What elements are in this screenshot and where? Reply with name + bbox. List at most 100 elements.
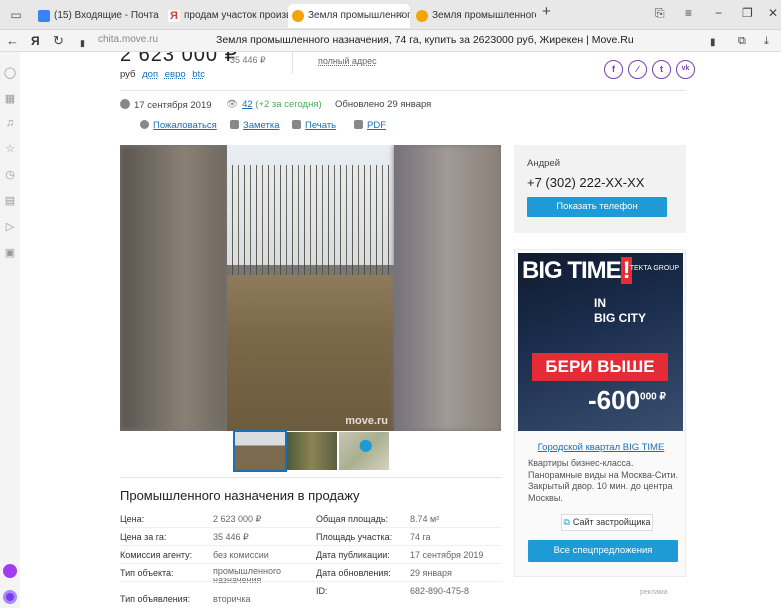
yandex-logo-icon[interactable]: Я (31, 33, 40, 49)
divider (120, 90, 686, 91)
ad-banner[interactable]: BIG TIME! TEKTA GROUP IN BIG CITY БЕРИ В… (518, 253, 683, 431)
pdf-label: PDF (367, 120, 386, 131)
detail-value: вторичка (213, 594, 251, 604)
play-icon[interactable]: ▷ (3, 220, 17, 234)
download-icon[interactable]: ⤓ (764, 33, 769, 49)
detail-value: 2 623 000 ₽ (213, 514, 262, 524)
print-link[interactable]: Печать (292, 120, 336, 131)
show-phone-button[interactable]: Показать телефон (527, 197, 667, 217)
detail-value: 35 446 ₽ (213, 532, 249, 542)
assistant-icon[interactable] (3, 590, 17, 604)
detail-label: Комиссия агенту: (120, 550, 193, 560)
row-divider (120, 545, 502, 546)
move-favicon-icon-2 (416, 10, 428, 22)
favorites-star-icon[interactable]: ☆ (3, 142, 17, 156)
thumbnail-map[interactable]: ⬤ (339, 432, 389, 470)
price-per-unit: 35 446 ₽ (230, 55, 266, 65)
pdf-link[interactable]: PDF (354, 120, 386, 131)
photo-watermark: move.ru (345, 415, 388, 427)
print-icon (292, 120, 301, 129)
reload-icon[interactable]: ↻ (53, 33, 64, 49)
external-link-icon: ⧉ (563, 517, 570, 527)
gallery-next-photo[interactable] (394, 145, 501, 431)
row-divider (120, 581, 502, 582)
thumbnail-1[interactable] (233, 430, 287, 472)
developer-site-button[interactable]: ⧉ Сайт застройщика (561, 514, 653, 531)
tab-listing-2[interactable]: Земля промышленного на (412, 4, 536, 28)
detail-label: Тип объявления: (120, 594, 191, 604)
gallery-prev-photo[interactable] (120, 145, 227, 431)
gallery-main-photo[interactable]: move.ru (227, 145, 394, 431)
detail-label: Цена за га: (120, 532, 167, 542)
lock-icon[interactable]: ▮ (80, 35, 85, 51)
date-posted: 17 сентября 2019 (120, 99, 212, 111)
complain-link[interactable]: Пожаловаться (140, 120, 217, 131)
ad-block: BIG TIME! TEKTA GROUP IN BIG CITY БЕРИ В… (514, 249, 686, 577)
alice-icon[interactable] (3, 564, 17, 578)
ad-price: -600000 ₽ (588, 385, 666, 416)
translate-icon[interactable]: ⧉ (738, 33, 746, 49)
downloads-icon[interactable]: ▤ (3, 194, 17, 208)
new-tab-button[interactable]: + (542, 3, 551, 20)
page-content: 2 623 000 ₽ 35 446 ₽ руб доп евро btc по… (20, 52, 781, 608)
notifications-icon[interactable]: ♫ (3, 116, 17, 130)
back-icon[interactable]: ← (6, 33, 19, 49)
complain-label: Пожаловаться (153, 120, 217, 131)
menu-icon[interactable]: ≡ (685, 6, 692, 20)
eye-icon: 👁 (226, 99, 239, 110)
close-window-icon[interactable]: ✕ (768, 6, 778, 20)
section-title: Промышленного назначения в продажу (120, 488, 360, 503)
detail-label: ID: (316, 586, 328, 596)
tab-mail[interactable]: (15) Входящие - Почта Ma (34, 4, 162, 28)
thumbnail-2[interactable] (287, 432, 337, 470)
photo-gallery[interactable]: move.ru (120, 145, 501, 431)
tab-search[interactable]: Я продам участок производ (164, 4, 290, 28)
full-address-link[interactable]: полный адрес (318, 56, 377, 66)
views-today: (+2 за сегодня) (255, 99, 322, 110)
photo-trees (227, 165, 394, 285)
developer-site-label: Сайт застройщика (572, 517, 651, 527)
row-divider (120, 563, 502, 564)
all-offers-button[interactable]: Все спецпредложения (528, 540, 678, 562)
close-tab-icon[interactable]: ✕ (396, 4, 404, 28)
tab-listing-2-label: Земля промышленного на (432, 10, 536, 21)
views-count: 👁 42 (+2 за сегодня) (226, 99, 322, 110)
profile-icon[interactable]: ◯ (3, 66, 17, 80)
history-clock-icon[interactable]: ◷ (3, 168, 17, 182)
minimize-icon[interactable]: − (715, 6, 722, 20)
currency-switcher: руб доп евро btc (120, 69, 205, 80)
currency-option-btc[interactable]: btc (192, 69, 205, 80)
collections-icon[interactable]: ⎘ (655, 6, 665, 21)
row-divider (120, 527, 502, 528)
currency-option-usd[interactable]: доп (142, 69, 158, 80)
twitter-icon[interactable]: t (652, 60, 671, 79)
ad-price-text: -600 (588, 385, 641, 415)
ad-link[interactable]: Городской квартал BIG TIME (515, 442, 687, 453)
seller-card: Андрей +7 (302) 222-XX-XX Показать телеф… (514, 145, 686, 233)
detail-value: 17 сентября 2019 (410, 550, 484, 560)
ad-description: Квартиры бизнес-класса. Панорамные виды … (528, 458, 678, 503)
detail-label: Тип объекта: (120, 568, 174, 578)
facebook-icon[interactable]: f (604, 60, 623, 79)
detail-value: 74 га (410, 532, 431, 542)
detail-label: Площадь участка: (316, 532, 393, 542)
listing-price-big: 2 623 000 ₽ (120, 52, 239, 66)
currency-option-eur[interactable]: евро (165, 69, 186, 80)
apps-grid-icon[interactable]: ▦ (3, 92, 17, 106)
notes-icon[interactable]: ▣ (3, 246, 17, 260)
restore-icon[interactable]: ❐ (742, 6, 753, 20)
note-link[interactable]: Заметка (230, 120, 280, 131)
bookmark-icon[interactable]: ▮ (710, 35, 716, 51)
note-label: Заметка (243, 120, 280, 131)
page-title-in-addressbar[interactable]: Земля промышленного назначения, 74 га, к… (216, 34, 634, 46)
ad-price-sup: 000 ₽ (640, 391, 666, 403)
map-pin-icon: ⬤ (359, 438, 373, 452)
share-icon[interactable]: ∕ (628, 60, 647, 79)
url-domain[interactable]: chita.move.ru (98, 34, 158, 45)
divider (292, 52, 293, 74)
tab-active-listing[interactable]: Земля промышленного ✕ (288, 4, 410, 28)
views-link[interactable]: 42 (242, 99, 253, 110)
tab-list-icon[interactable]: ▭ (8, 7, 24, 23)
ad-headline: BIG TIME! (522, 257, 632, 285)
vk-icon[interactable]: vk (676, 60, 695, 79)
